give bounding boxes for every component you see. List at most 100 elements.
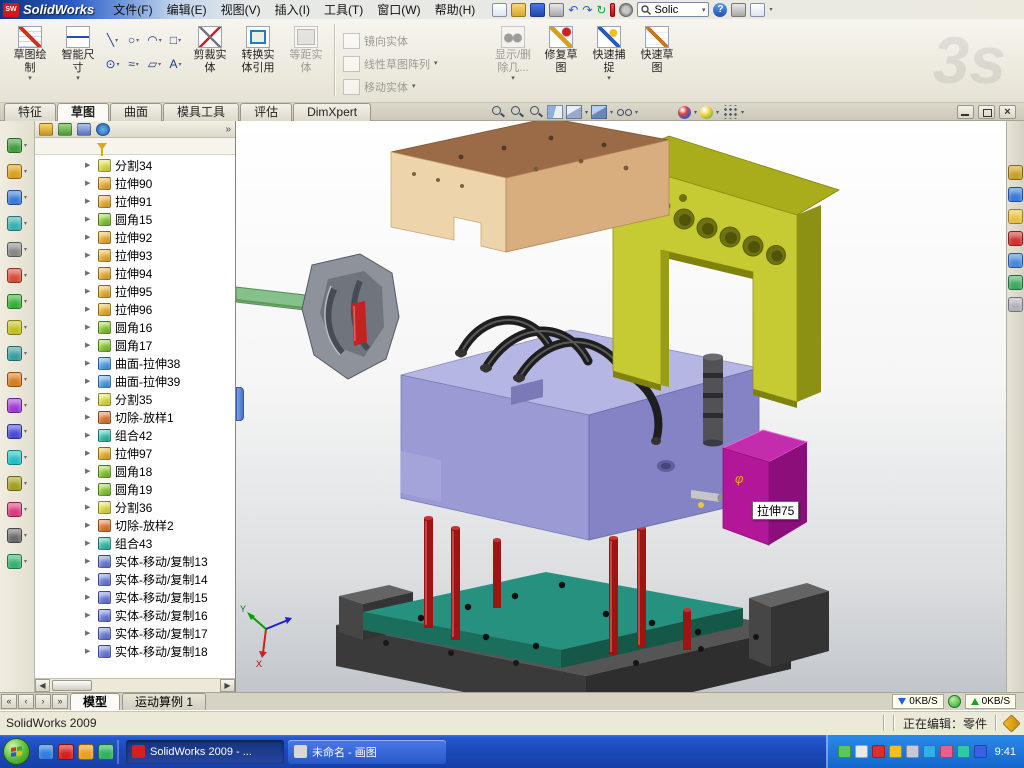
sketch-entity-button[interactable]: ╲ ▾ bbox=[102, 28, 123, 52]
tree-item[interactable]: ▶ 曲面-拉伸38 bbox=[35, 354, 235, 372]
menu-item[interactable]: 编辑(E) bbox=[160, 0, 214, 20]
dropdown-arrow-icon[interactable]: ▾ bbox=[24, 480, 27, 487]
left-toolbar-button[interactable]: ▾ bbox=[7, 342, 27, 364]
model-view[interactable]: φ Y X bbox=[236, 121, 1006, 692]
task-pane-icon[interactable] bbox=[1008, 231, 1023, 246]
dropdown-arrow-icon[interactable]: ▾ bbox=[178, 37, 181, 44]
edit-appearance-icon[interactable] bbox=[678, 106, 691, 119]
expand-arrow-icon[interactable]: ▶ bbox=[85, 359, 94, 367]
dropdown-arrow-icon[interactable]: ▾ bbox=[115, 37, 118, 44]
document-tab[interactable]: 运动算例 1 bbox=[122, 693, 206, 710]
tray-icon[interactable] bbox=[872, 745, 885, 758]
task-pane-icon[interactable] bbox=[1008, 253, 1023, 268]
left-toolbar-button[interactable]: ▾ bbox=[7, 290, 27, 312]
dropdown-arrow-icon[interactable]: ▾ bbox=[434, 60, 438, 67]
taskbar-task-button[interactable]: 未命名 - 画图 bbox=[288, 740, 446, 764]
expand-arrow-icon[interactable]: ▶ bbox=[85, 377, 94, 385]
expand-arrow-icon[interactable]: ▶ bbox=[85, 251, 94, 259]
expand-arrow-icon[interactable]: ▶ bbox=[85, 323, 94, 331]
dropdown-arrow-icon[interactable]: ▾ bbox=[28, 75, 32, 82]
scrollbar-thumb[interactable] bbox=[52, 680, 92, 691]
tree-item[interactable]: ▶ 圆角16 bbox=[35, 318, 235, 336]
tree-item[interactable]: ▶ 切除-放样2 bbox=[35, 516, 235, 534]
quick-launch-icon[interactable] bbox=[58, 744, 74, 760]
ribbon-button[interactable]: 显示/删 除几... ▾ bbox=[489, 22, 537, 98]
dropdown-arrow-icon[interactable]: ▾ bbox=[511, 75, 515, 82]
part-insert-block[interactable]: φ bbox=[723, 430, 807, 545]
network-status-icon[interactable] bbox=[948, 695, 961, 708]
task-pane-icon[interactable] bbox=[1008, 165, 1023, 180]
propertymanager-tab-icon[interactable] bbox=[58, 123, 72, 136]
tree-item[interactable]: ▶ 拉伸90 bbox=[35, 174, 235, 192]
view-orientation-icon[interactable] bbox=[566, 105, 582, 119]
expand-arrow-icon[interactable]: ▶ bbox=[85, 287, 94, 295]
expand-arrow-icon[interactable]: ▶ bbox=[85, 431, 94, 439]
tree-item[interactable]: ▶ 分割34 bbox=[35, 156, 235, 174]
dropdown-arrow-icon[interactable]: ▾ bbox=[24, 168, 27, 175]
print-icon[interactable] bbox=[549, 3, 564, 17]
expand-arrow-icon[interactable]: ▶ bbox=[85, 575, 94, 583]
command-tab[interactable]: 特征 bbox=[4, 103, 56, 121]
display-style-icon[interactable] bbox=[591, 105, 607, 119]
tree-item[interactable]: ▶ 组合43 bbox=[35, 534, 235, 552]
menu-item[interactable]: 文件(F) bbox=[106, 0, 159, 20]
scroll-right-icon[interactable]: ▶ bbox=[220, 679, 235, 692]
tab-scroll-button[interactable]: › bbox=[35, 694, 51, 709]
expand-arrow-icon[interactable]: ▶ bbox=[85, 485, 94, 493]
hide-show-items-icon[interactable] bbox=[616, 105, 632, 119]
sketch-entity-button[interactable]: ◠ ▾ bbox=[144, 28, 165, 52]
quick-launch-icon[interactable] bbox=[78, 744, 94, 760]
expand-arrow-icon[interactable]: ▶ bbox=[85, 449, 94, 457]
scroll-left-icon[interactable]: ◀ bbox=[35, 679, 50, 692]
tree-item[interactable]: ▶ 实体-移动/复制14 bbox=[35, 570, 235, 588]
ribbon-button[interactable]: 剪裁实 体 bbox=[186, 22, 234, 98]
configurationmanager-tab-icon[interactable] bbox=[77, 123, 91, 136]
tree-item[interactable]: ▶ 实体-移动/复制17 bbox=[35, 624, 235, 642]
command-tab[interactable]: 模具工具 bbox=[163, 103, 239, 121]
sketch-entity-button[interactable]: ○ ▾ bbox=[123, 28, 144, 52]
tree-item[interactable]: ▶ 分割36 bbox=[35, 498, 235, 516]
tree-item[interactable]: ▶ 拉伸94 bbox=[35, 264, 235, 282]
minimize-icon[interactable] bbox=[957, 105, 974, 119]
previous-view-icon[interactable] bbox=[528, 105, 544, 119]
dropdown-arrow-icon[interactable]: ▾ bbox=[24, 428, 27, 435]
ribbon-button[interactable]: 转换实 体引用 bbox=[234, 22, 282, 98]
menu-item[interactable]: 插入(I) bbox=[268, 0, 317, 20]
tree-item[interactable]: ▶ 组合42 bbox=[35, 426, 235, 444]
apply-scene-icon[interactable] bbox=[700, 106, 713, 119]
left-toolbar-button[interactable]: ▾ bbox=[7, 212, 27, 234]
expand-arrow-icon[interactable]: ▶ bbox=[85, 611, 94, 619]
tree-item[interactable]: ▶ 切除-放样1 bbox=[35, 408, 235, 426]
tray-icon[interactable] bbox=[940, 745, 953, 758]
dropdown-arrow-icon[interactable]: ▾ bbox=[607, 75, 611, 82]
zoom-fit-icon[interactable] bbox=[490, 105, 506, 119]
left-toolbar-button[interactable]: ▾ bbox=[7, 550, 27, 572]
graphics-area[interactable]: φ Y X 拉伸75 bbox=[236, 121, 1006, 692]
sketch-entity-button[interactable]: ⊙ ▾ bbox=[102, 52, 123, 76]
ribbon-button[interactable]: 移动实体 ▾ bbox=[339, 76, 447, 97]
search-box[interactable]: Solic ▾ bbox=[637, 2, 709, 17]
tray-icon[interactable] bbox=[889, 745, 902, 758]
dropdown-arrow-icon[interactable]: ▾ bbox=[24, 246, 27, 253]
dropdown-arrow-icon[interactable]: ▾ bbox=[158, 61, 161, 68]
dropdown-arrow-icon[interactable]: ▾ bbox=[24, 558, 27, 565]
menu-item[interactable]: 工具(T) bbox=[317, 0, 370, 20]
toolbar-chevron-icon[interactable]: ▾ bbox=[769, 6, 772, 13]
dropdown-arrow-icon[interactable]: ▾ bbox=[136, 37, 139, 44]
tab-scroll-button[interactable]: » bbox=[52, 694, 68, 709]
tree-item[interactable]: ▶ 分割35 bbox=[35, 390, 235, 408]
dropdown-arrow-icon[interactable]: ▾ bbox=[136, 61, 139, 68]
tree-item[interactable]: ▶ 实体-移动/复制15 bbox=[35, 588, 235, 606]
dropdown-arrow-icon[interactable]: ▾ bbox=[159, 37, 162, 44]
document-tab[interactable]: 模型 bbox=[70, 693, 120, 710]
sketch-entity-button[interactable]: □ ▾ bbox=[165, 28, 186, 52]
task-pane-icon[interactable] bbox=[1008, 209, 1023, 224]
expand-arrow-icon[interactable]: ▶ bbox=[85, 341, 94, 349]
tree-item[interactable]: ▶ 圆角19 bbox=[35, 480, 235, 498]
tray-icon[interactable] bbox=[906, 745, 919, 758]
tree-item[interactable]: ▶ 拉伸93 bbox=[35, 246, 235, 264]
view-settings-icon[interactable] bbox=[722, 105, 738, 119]
expand-arrow-icon[interactable]: ▶ bbox=[85, 395, 94, 403]
tree-item[interactable]: ▶ 拉伸92 bbox=[35, 228, 235, 246]
expand-arrow-icon[interactable]: ▶ bbox=[85, 269, 94, 277]
